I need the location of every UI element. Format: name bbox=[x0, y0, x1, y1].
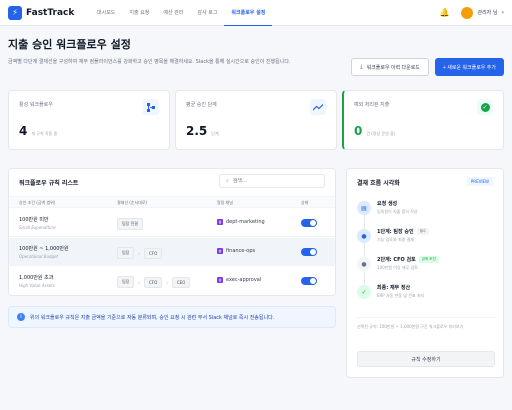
flow-step: ● 2단계: CFO 검토 금액 조건 100만원 이상 재무 검토 bbox=[357, 255, 497, 277]
edit-rule-button[interactable]: 규칙 수정하기 bbox=[357, 351, 495, 367]
rule-status-toggle[interactable] bbox=[301, 277, 317, 285]
flow-icon bbox=[143, 99, 159, 115]
approval-step-chip: CFO bbox=[143, 247, 163, 259]
check-icon: ✓ bbox=[357, 285, 371, 299]
chevron-down-icon: ▾ bbox=[501, 9, 504, 16]
flow-title: 결재 흐름 시각화 bbox=[357, 180, 400, 187]
info-banner: i 위의 워크플로우 규칙은 지출 금액을 기준으로 자동 분류되며, 승인 요… bbox=[8, 306, 336, 328]
info-icon: i bbox=[17, 313, 25, 321]
download-icon: ⤓ bbox=[360, 64, 363, 70]
add-workflow-button[interactable]: + 새로운 워크플로우 추가 bbox=[434, 58, 504, 76]
avatar bbox=[461, 6, 474, 19]
page-header: 지출 승인 워크플로우 설정 금액별 다단계 결재선을 구성하여 재무 컴플라이… bbox=[8, 36, 504, 76]
rule-status-toggle[interactable] bbox=[301, 248, 317, 256]
app-logo[interactable]: ⚡ FastTrack bbox=[8, 5, 78, 20]
chevron-right-icon: › bbox=[166, 279, 168, 285]
stat-card-exceptions: 예외 처리된 지출 0 건 (정상 운영 중) ✓ bbox=[342, 90, 504, 150]
user-icon: ● bbox=[357, 257, 371, 271]
stat-card-avg-steps: 평균 승인 단계 2.5 단계 bbox=[175, 90, 337, 150]
slack-channel-icon: # bbox=[217, 248, 223, 254]
check-icon: ✓ bbox=[477, 99, 493, 115]
nav-item-budget[interactable]: 예산 관리 bbox=[156, 0, 190, 26]
app-name: FastTrack bbox=[26, 7, 75, 18]
flow-step: ▤ 요청 생성 임직원이 지출 품의 작성 bbox=[357, 199, 497, 221]
chevron-right-icon: › bbox=[138, 250, 140, 256]
table-title: 워크플로우 규칙 리스트 bbox=[19, 180, 79, 187]
approval-step-chip: 팀장 bbox=[117, 247, 135, 259]
page-title: 지출 승인 워크플로우 설정 bbox=[8, 38, 131, 51]
chevron-right-icon: › bbox=[138, 279, 140, 285]
search-input[interactable] bbox=[232, 178, 313, 184]
main-nav: 대시보드 지출 요청 예산 관리 감사 로그 워크플로우 설정 bbox=[90, 0, 273, 26]
approval-step-chip: 팀장 bbox=[117, 276, 135, 288]
download-history-button[interactable]: ⤓ 워크플로우 이력 다운로드 bbox=[351, 58, 429, 76]
user-name: 관리자 님 bbox=[477, 10, 498, 16]
document-icon: ▤ bbox=[357, 201, 371, 215]
flow-step: ✓ 최종: 재무 정산 ERP 자동 연동 및 전표 처리 bbox=[357, 283, 497, 305]
workflow-rules-table: 워크플로우 규칙 리스트 ⌕ 승인 조건 (금액 범위) 결재선 (순서대로) … bbox=[8, 168, 336, 296]
stat-card-active-workflows: 활성 워크플로우 4 개 규칙 작동 중 bbox=[8, 90, 170, 150]
nav-item-audit-log[interactable]: 감사 로그 bbox=[190, 0, 224, 26]
user-menu[interactable]: 관리자 님 ▾ bbox=[461, 6, 504, 19]
user-icon: ● bbox=[357, 229, 371, 243]
info-text: 위의 워크플로우 규칙은 지출 금액을 기준으로 자동 분류되며, 승인 요청 … bbox=[30, 314, 275, 321]
slack-channel-icon: # bbox=[217, 219, 223, 225]
page-description: 금액별 다단계 결재선을 구성하여 재무 컴플라이언스를 강화하고 승인 병목을… bbox=[8, 59, 291, 65]
divider bbox=[357, 317, 495, 318]
rule-status-toggle[interactable] bbox=[301, 219, 317, 227]
table-row[interactable]: 100만원 미만 Small Expenditure 팀장 전결 # dept-… bbox=[9, 209, 335, 237]
step-badge: 금액 조건 bbox=[418, 256, 439, 263]
table-header: 승인 조건 (금액 범위) 결재선 (순서대로) 알림 채널 상태 bbox=[9, 196, 335, 208]
nav-item-expense-requests[interactable]: 지출 요청 bbox=[122, 0, 156, 26]
trend-icon bbox=[310, 99, 326, 115]
bolt-icon: ⚡ bbox=[8, 5, 22, 20]
search-icon: ⌕ bbox=[226, 178, 229, 184]
search-box[interactable]: ⌕ bbox=[219, 174, 325, 188]
selected-rule-note: 선택된 규칙: 100만원 ~ 1,000만원 구간 워크플로우 미리보기 bbox=[357, 324, 464, 329]
approval-step-chip: 팀장 전결 bbox=[117, 218, 143, 230]
nav-item-dashboard[interactable]: 대시보드 bbox=[90, 0, 122, 26]
preview-badge: PREVIEW bbox=[466, 177, 493, 186]
table-row[interactable]: 1,000만원 초과 High Value Assets 팀장 › CFO › … bbox=[9, 267, 335, 295]
slack-channel-icon: # bbox=[217, 277, 223, 283]
nav-item-workflow-settings[interactable]: 워크플로우 설정 bbox=[224, 0, 273, 26]
approval-step-chip: CEO bbox=[171, 276, 191, 288]
step-badge: 필수 bbox=[416, 228, 430, 235]
approval-step-chip: CFO bbox=[143, 276, 163, 288]
approval-flow-preview: 결재 흐름 시각화 PREVIEW ▤ 요청 생성 임직원이 지출 품의 작성 … bbox=[346, 168, 504, 378]
flow-step: ● 1단계: 팀장 승인 필수 기능 검토와 최종 결재 bbox=[357, 227, 497, 249]
top-navigation-bar: ⚡ FastTrack 대시보드 지출 요청 예산 관리 감사 로그 워크플로우… bbox=[0, 0, 512, 26]
bell-icon[interactable]: 🔔 bbox=[440, 8, 450, 17]
table-row[interactable]: 100만원 ~ 1,000만원 Operational Budget 팀장 › … bbox=[9, 238, 335, 266]
